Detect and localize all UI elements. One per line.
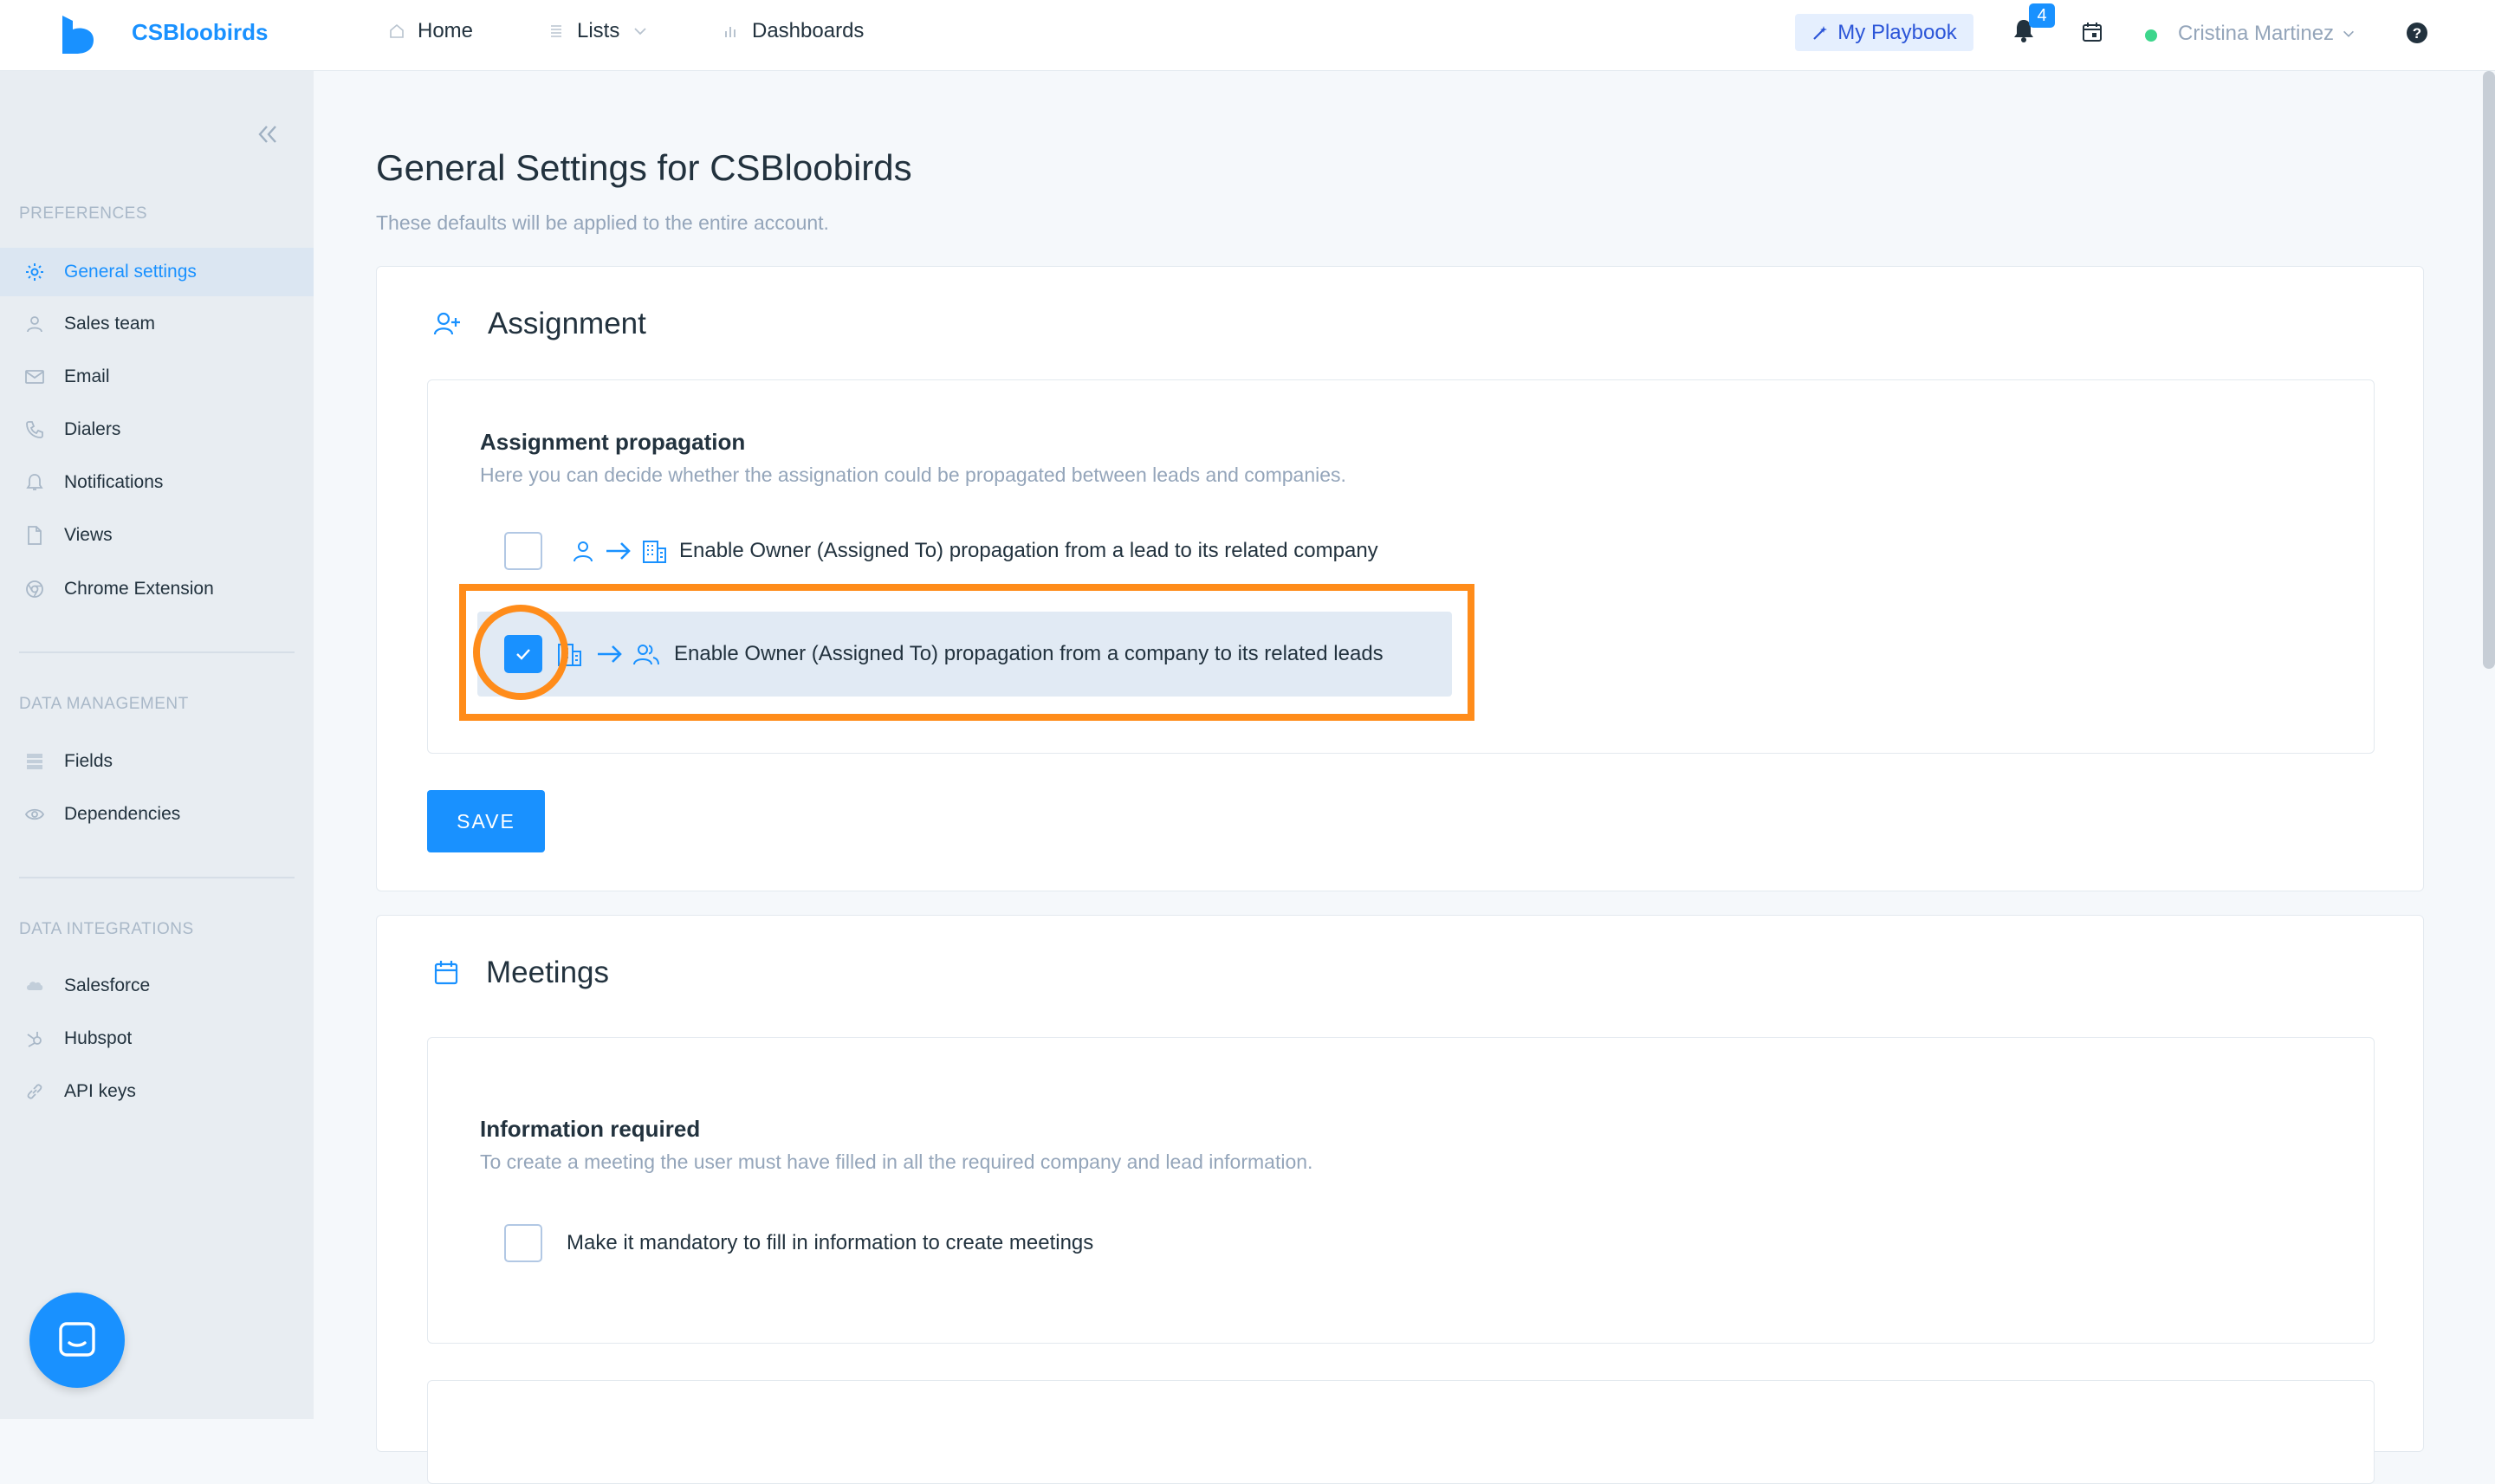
meetings-card: Meetings Information required To create … (376, 915, 2424, 1484)
meetings-header: Meetings (432, 956, 609, 990)
assignment-header: Assignment (432, 307, 646, 341)
sidebar-divider (19, 651, 295, 653)
sidebar-item-chrome-extension[interactable]: Chrome Extension (0, 565, 314, 613)
arrow-right-icon (605, 539, 632, 563)
information-required-panel: Information required To create a meeting… (427, 1037, 2375, 1344)
nav-lists-label: Lists (577, 19, 620, 42)
building-icon (641, 538, 667, 564)
chrome-icon (24, 579, 45, 599)
calendar-icon[interactable] (2081, 21, 2103, 43)
sidebar-item-fields[interactable]: Fields (0, 737, 314, 786)
sidebar-divider (19, 877, 295, 878)
hubspot-icon (24, 1028, 45, 1049)
magic-wand-icon (1811, 24, 1829, 42)
sidebar-item-dialers[interactable]: Dialers (0, 405, 314, 454)
highlight-annotation-circle (473, 605, 568, 700)
fields-icon (24, 751, 45, 772)
option-label: Make it mandatory to fill in information… (567, 1231, 1094, 1254)
sidebar-item-label: General settings (64, 262, 197, 282)
user-menu[interactable]: Cristina Martinez (2178, 22, 2356, 46)
bloobirds-logo-icon[interactable] (61, 16, 95, 54)
list-icon (548, 23, 565, 40)
sidebar-item-notifications[interactable]: Notifications (0, 458, 314, 507)
sidebar-section-preferences: PREFERENCES (19, 204, 148, 223)
svg-text:?: ? (2413, 25, 2421, 42)
brand-name[interactable]: CSBloobirds (132, 19, 268, 46)
sidebar-item-sales-team[interactable]: Sales team (0, 300, 314, 348)
next-settings-panel (427, 1380, 2375, 1484)
option-lead-to-company[interactable]: Enable Owner (Assigned To) propagation f… (504, 532, 1378, 570)
phone-icon (24, 419, 45, 440)
sidebar-section-data-management: DATA MANAGEMENT (19, 695, 189, 713)
cloud-icon (24, 975, 45, 996)
my-playbook-label: My Playbook (1837, 20, 1957, 44)
sidebar-item-api-keys[interactable]: API keys (0, 1067, 314, 1116)
sidebar-item-label: Salesforce (64, 975, 151, 995)
nav-home[interactable]: Home (388, 19, 473, 43)
propagation-title: Assignment propagation (480, 429, 746, 455)
sidebar-item-label: Dependencies (64, 804, 181, 824)
sidebar-item-label: Fields (64, 751, 113, 771)
save-button[interactable]: SAVE (427, 790, 545, 852)
sidebar-item-label: Email (64, 366, 110, 386)
person-icon (572, 539, 594, 563)
chat-icon (55, 1319, 99, 1362)
assignment-title: Assignment (488, 307, 646, 340)
propagation-description: Here you can decide whether the assignat… (480, 463, 1346, 486)
collapse-sidebar-icon[interactable] (253, 120, 282, 149)
page-subtitle: These defaults will be applied to the en… (376, 211, 829, 234)
option-label: Enable Owner (Assigned To) propagation f… (679, 539, 1378, 562)
sidebar-item-label: Chrome Extension (64, 579, 214, 599)
chevron-down-icon (2341, 26, 2356, 42)
calendar-icon (432, 959, 460, 987)
sidebar-item-label: Notifications (64, 472, 164, 492)
home-icon (388, 23, 405, 40)
person-icon (24, 314, 45, 334)
help-icon[interactable]: ? (2405, 21, 2429, 45)
information-required-title: Information required (480, 1116, 701, 1142)
envelope-icon (24, 366, 45, 387)
chat-launcher-button[interactable] (29, 1293, 125, 1388)
sidebar-item-general-settings[interactable]: General settings (0, 248, 314, 296)
nav-lists[interactable]: Lists (548, 19, 649, 43)
sidebar-item-label: API keys (64, 1081, 136, 1101)
bell-icon (24, 472, 45, 493)
sidebar-item-label: Hubspot (64, 1028, 133, 1048)
sidebar-item-salesforce[interactable]: Salesforce (0, 962, 314, 1010)
highlight-annotation-box (459, 584, 1474, 721)
my-playbook-button[interactable]: My Playbook (1795, 14, 1973, 51)
sidebar-item-label: Views (64, 525, 113, 545)
sidebar-item-label: Sales team (64, 314, 156, 334)
user-name: Cristina Martinez (2178, 22, 2335, 45)
online-status-dot (2145, 29, 2157, 42)
gear-icon (24, 262, 45, 282)
bar-chart-icon (723, 23, 740, 40)
page-scrollbar[interactable] (2483, 71, 2495, 669)
sidebar-item-dependencies[interactable]: Dependencies (0, 790, 314, 839)
meetings-title: Meetings (486, 956, 610, 989)
link-icon (24, 1081, 45, 1102)
nav-dashboards[interactable]: Dashboards (723, 19, 864, 43)
add-user-icon (432, 309, 462, 339)
nav-dashboards-label: Dashboards (752, 19, 865, 42)
sidebar-item-views[interactable]: Views (0, 511, 314, 560)
information-required-description: To create a meeting the user must have f… (480, 1150, 1313, 1173)
notification-count-badge: 4 (2029, 3, 2055, 28)
lead-to-company-checkbox[interactable] (504, 532, 542, 570)
option-mandatory-information[interactable]: Make it mandatory to fill in information… (504, 1224, 1093, 1262)
sidebar-item-label: Dialers (64, 419, 121, 439)
sidebar: PREFERENCES General settings Sales team … (0, 71, 314, 1419)
chevron-down-icon (632, 23, 649, 40)
mandatory-information-checkbox[interactable] (504, 1224, 542, 1262)
eye-icon (24, 804, 45, 825)
document-icon (24, 525, 45, 546)
top-navbar: CSBloobirds Home Lists Dashboards My Pla… (0, 0, 2495, 71)
nav-home-label: Home (418, 19, 474, 42)
assignment-card: Assignment Assignment propagation Here y… (376, 266, 2424, 891)
sidebar-section-data-integrations: DATA INTEGRATIONS (19, 920, 194, 938)
sidebar-item-hubspot[interactable]: Hubspot (0, 1014, 314, 1063)
sidebar-item-email[interactable]: Email (0, 353, 314, 401)
page-title: General Settings for CSBloobirds (376, 147, 912, 188)
